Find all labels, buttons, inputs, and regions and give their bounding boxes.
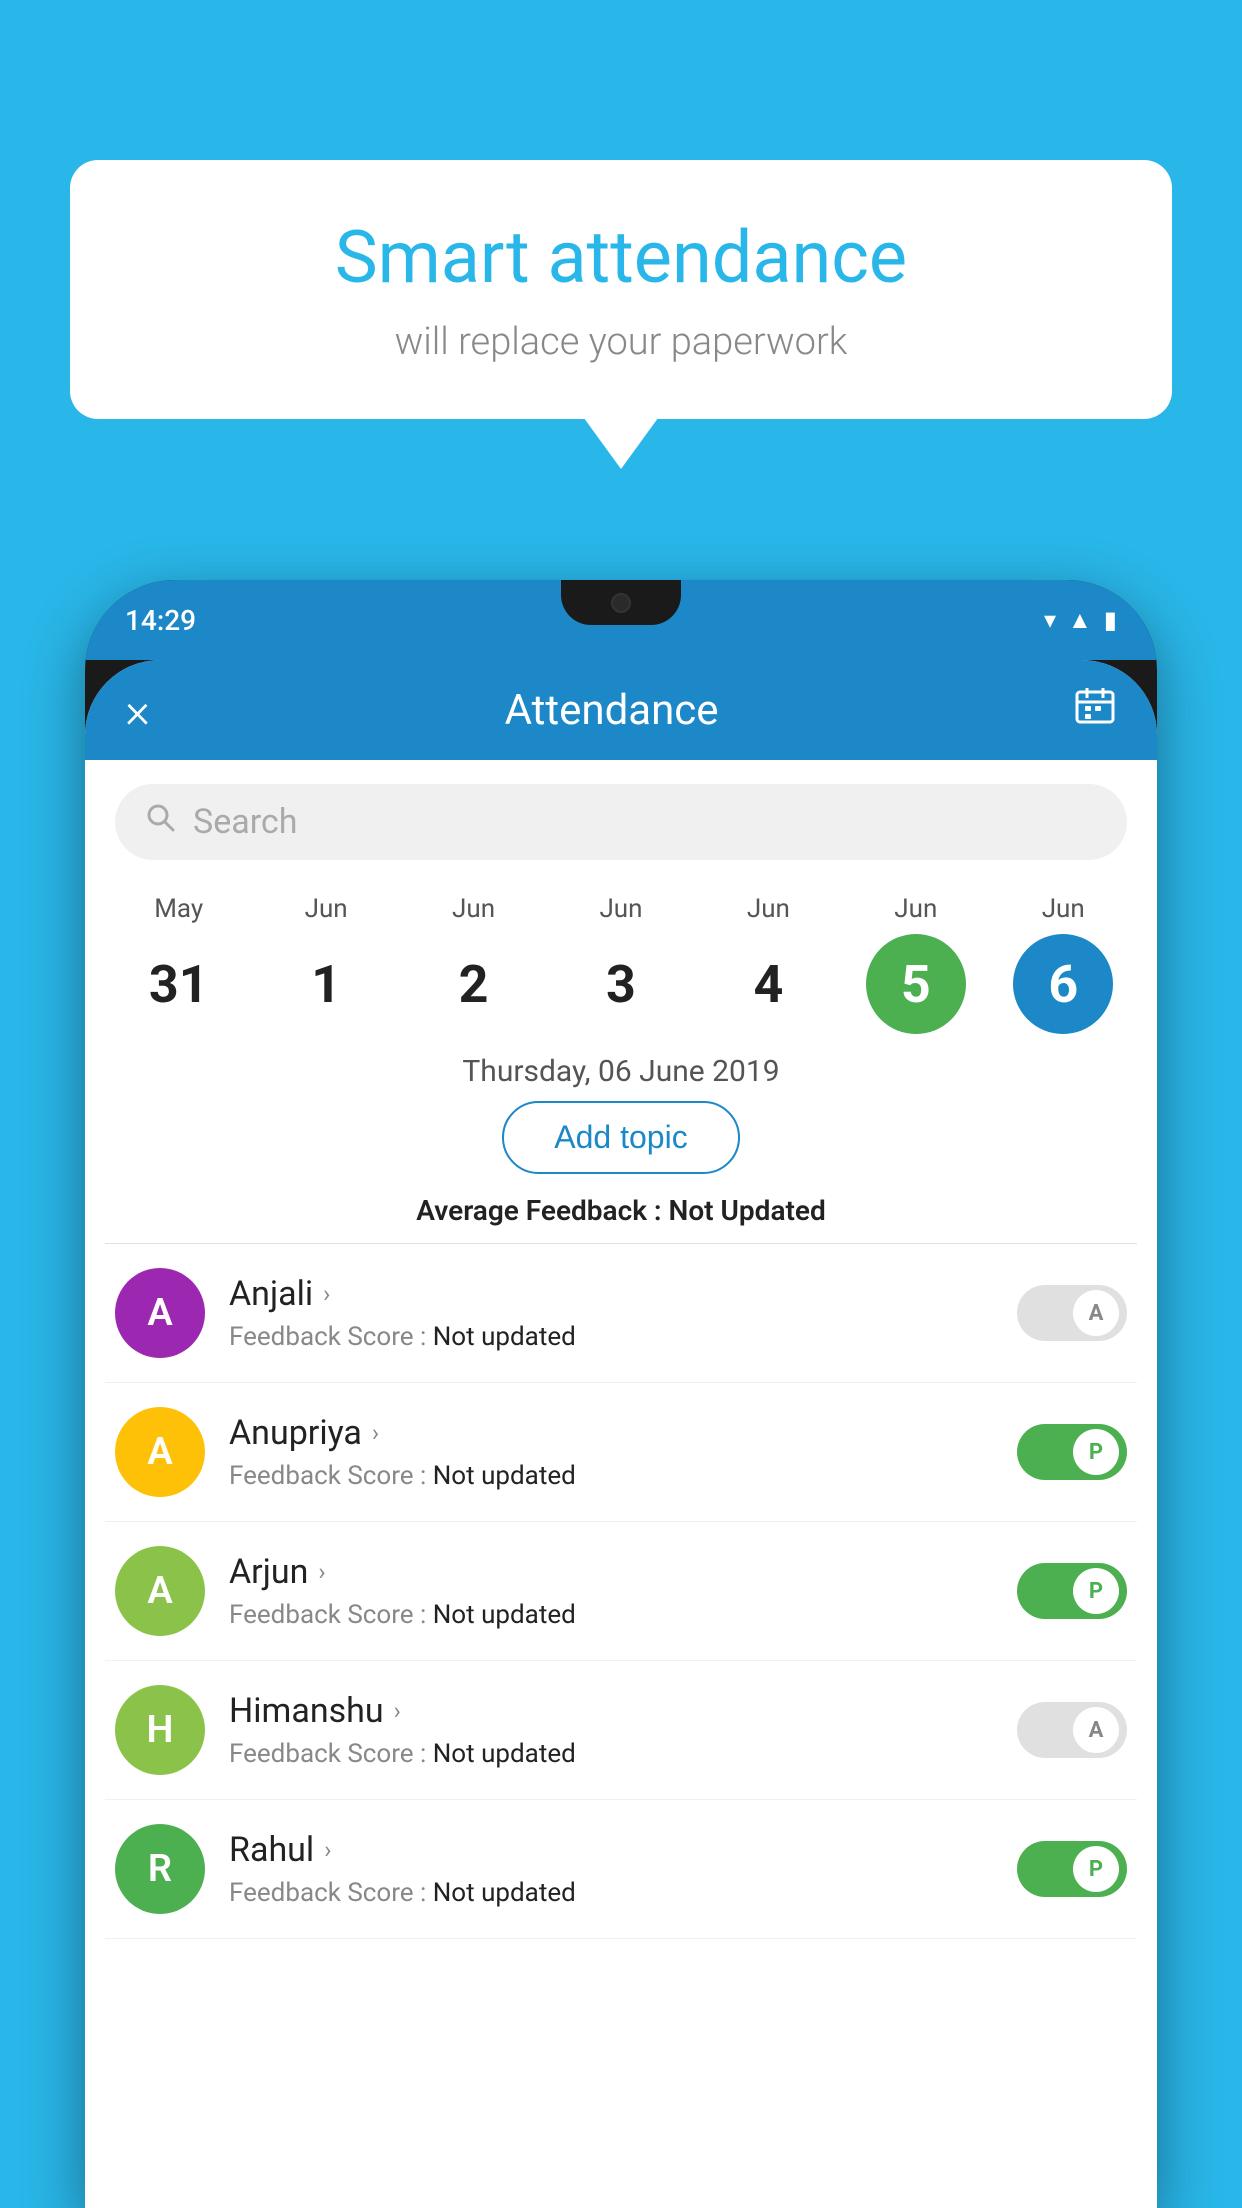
calendar-date[interactable]: 5 [866,934,966,1034]
student-name: Rahul › [229,1830,993,1870]
attendance-toggle[interactable]: A [1017,1285,1127,1341]
calendar-strip: May 31 Jun 1 Jun 2 Jun 3 Jun 4 Jun 5 Jun 6 [85,884,1157,1034]
toggle-circle: P [1073,1568,1119,1614]
calendar-month: Jun [305,894,348,924]
calendar-day[interactable]: Jun 6 [1003,894,1123,1034]
status-time: 14:29 [125,604,196,637]
search-placeholder: Search [193,802,297,842]
chevron-right-icon: › [394,1697,401,1725]
student-score: Feedback Score : Not updated [229,1322,993,1352]
calendar-day[interactable]: Jun 5 [856,894,976,1034]
student-score: Feedback Score : Not updated [229,1600,993,1630]
chevron-right-icon: › [372,1419,379,1447]
calendar-date[interactable]: 31 [129,934,229,1034]
chevron-right-icon: › [318,1558,325,1586]
speech-bubble: Smart attendance will replace your paper… [70,160,1172,419]
student-avatar: A [115,1407,205,1497]
calendar-month: Jun [894,894,937,924]
student-avatar: A [115,1546,205,1636]
student-item[interactable]: A Anjali › Feedback Score : Not updated A [105,1244,1137,1383]
status-icons: ▾ ▲ ▮ [1044,606,1117,635]
calendar-icon[interactable] [1073,684,1117,737]
status-bar: 14:29 ▾ ▲ ▮ [85,580,1157,660]
student-avatar: H [115,1685,205,1775]
attendance-toggle[interactable]: A [1017,1702,1127,1758]
calendar-month: Jun [452,894,495,924]
toggle-circle: P [1073,1846,1119,1892]
selected-date-label: Thursday, 06 June 2019 [85,1034,1157,1101]
calendar-month: Jun [599,894,642,924]
calendar-month: Jun [1042,894,1085,924]
avg-feedback-value: Not Updated [669,1194,826,1227]
calendar-date[interactable]: 4 [718,934,818,1034]
phone-inner: × Attendance [85,660,1157,2208]
chevron-right-icon: › [324,1836,331,1864]
student-info: Rahul › Feedback Score : Not updated [229,1830,993,1908]
add-topic-button[interactable]: Add topic [502,1101,739,1174]
app-header: × Attendance [85,660,1157,760]
student-info: Arjun › Feedback Score : Not updated [229,1552,993,1630]
student-info: Anjali › Feedback Score : Not updated [229,1274,993,1352]
calendar-date[interactable]: 3 [571,934,671,1034]
calendar-month: May [154,894,203,924]
search-icon [145,802,177,842]
student-avatar: A [115,1268,205,1358]
calendar-month: Jun [747,894,790,924]
toggle-circle: A [1073,1290,1119,1336]
calendar-date[interactable]: 1 [276,934,376,1034]
bubble-subtitle: will replace your paperwork [130,320,1112,364]
student-score: Feedback Score : Not updated [229,1461,993,1491]
student-item[interactable]: R Rahul › Feedback Score : Not updated P [105,1800,1137,1939]
close-button[interactable]: × [125,682,150,739]
calendar-day[interactable]: Jun 4 [708,894,828,1034]
speech-bubble-container: Smart attendance will replace your paper… [70,160,1172,419]
calendar-date[interactable]: 6 [1013,934,1113,1034]
student-item[interactable]: H Himanshu › Feedback Score : Not updated A [105,1661,1137,1800]
student-item[interactable]: A Anupriya › Feedback Score : Not updated P [105,1383,1137,1522]
attendance-toggle[interactable]: P [1017,1424,1127,1480]
notch [561,580,681,625]
bubble-title: Smart attendance [130,215,1112,300]
student-item[interactable]: A Arjun › Feedback Score : Not updated P [105,1522,1137,1661]
calendar-day[interactable]: Jun 2 [414,894,534,1034]
wifi-icon: ▾ [1044,606,1056,634]
phone-screen: × Attendance [85,660,1157,2208]
student-name: Anupriya › [229,1413,993,1453]
battery-icon: ▮ [1104,606,1117,634]
toggle-circle: A [1073,1707,1119,1753]
avg-feedback-label: Average Feedback : [416,1194,661,1227]
app-title: Attendance [505,686,719,735]
calendar-day[interactable]: Jun 1 [266,894,386,1034]
signal-icon: ▲ [1068,606,1092,635]
attendance-toggle[interactable]: P [1017,1841,1127,1897]
student-avatar: R [115,1824,205,1914]
student-info: Anupriya › Feedback Score : Not updated [229,1413,993,1491]
chevron-right-icon: › [323,1280,330,1308]
search-bar[interactable]: Search [115,784,1127,860]
student-score: Feedback Score : Not updated [229,1878,993,1908]
camera-dot [611,593,631,613]
phone-frame: 14:29 ▾ ▲ ▮ × Attendance [85,580,1157,2208]
student-name: Arjun › [229,1552,993,1592]
app-content: Search May 31 Jun 1 Jun 2 Jun 3 Jun 4 Jun 5 Jun 6 Thu… [85,760,1157,2208]
student-score: Feedback Score : Not updated [229,1739,993,1769]
calendar-date[interactable]: 2 [424,934,524,1034]
student-name: Anjali › [229,1274,993,1314]
attendance-toggle[interactable]: P [1017,1563,1127,1619]
student-info: Himanshu › Feedback Score : Not updated [229,1691,993,1769]
student-list: AAnjali ›Feedback Score : Not updatedAAA… [85,1244,1157,1939]
student-name: Himanshu › [229,1691,993,1731]
toggle-circle: P [1073,1429,1119,1475]
calendar-day[interactable]: Jun 3 [561,894,681,1034]
avg-feedback: Average Feedback : Not Updated [85,1194,1157,1243]
calendar-day[interactable]: May 31 [119,894,239,1034]
